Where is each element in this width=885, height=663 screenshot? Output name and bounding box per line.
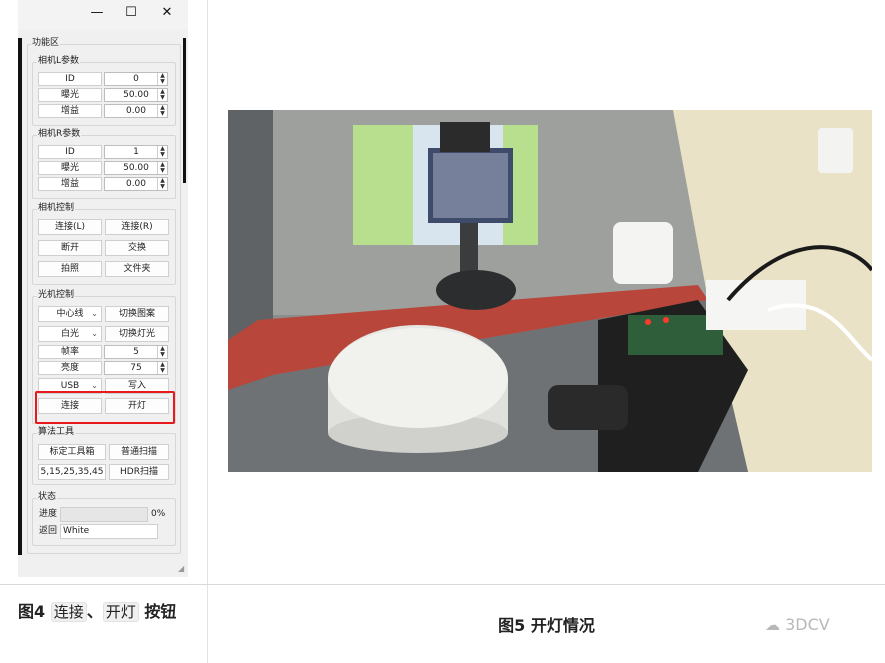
disconnect-button[interactable]: 断开 bbox=[38, 240, 102, 256]
pattern-select[interactable]: 中心线 ⌄ bbox=[38, 306, 102, 322]
swap-button[interactable]: 交换 bbox=[105, 240, 169, 256]
spin-arrows-icon[interactable]: ▲ ▼ bbox=[157, 346, 167, 358]
function-area-title: 功能区 bbox=[31, 38, 61, 49]
folder-button[interactable]: 文件夹 bbox=[105, 261, 169, 277]
return-value: White bbox=[63, 526, 90, 536]
camera-l-gain-spinbox[interactable]: 0.00 ▲ ▼ bbox=[104, 104, 168, 118]
scrollbar-right[interactable] bbox=[183, 38, 186, 183]
camera-l-id-value: 0 bbox=[133, 74, 139, 84]
calibration-toolbox-button[interactable]: 标定工具箱 bbox=[38, 444, 106, 460]
close-icon[interactable]: ✕ bbox=[158, 5, 176, 21]
camera-l-gain-value: 0.00 bbox=[125, 106, 147, 116]
camera-l-id-spinbox[interactable]: 0 ▲ ▼ bbox=[104, 72, 168, 86]
resize-grip-icon[interactable]: ◢ bbox=[178, 565, 186, 573]
projector-on-photo bbox=[228, 110, 872, 472]
projector-control-title: 光机控制 bbox=[37, 290, 76, 301]
switch-pattern-button[interactable]: 切换图案 bbox=[105, 306, 169, 322]
highlight-box bbox=[35, 391, 175, 424]
chevron-down-icon: ⌄ bbox=[91, 309, 98, 318]
camera-r-id-value: 1 bbox=[133, 147, 139, 157]
camera-l-exposure-spinbox[interactable]: 50.00 ▲ ▼ bbox=[104, 88, 168, 102]
framerate-label: 帧率 bbox=[38, 345, 102, 359]
spin-arrows-icon[interactable]: ▲ ▼ bbox=[157, 362, 167, 374]
camera-r-gain-spinbox[interactable]: 0.00 ▲ ▼ bbox=[104, 177, 168, 191]
spin-arrows-icon[interactable]: ▲ ▼ bbox=[157, 146, 167, 158]
exposure-list-field[interactable]: 5,15,25,35,45 bbox=[38, 464, 106, 480]
spin-arrows-icon[interactable]: ▲ ▼ bbox=[157, 162, 167, 174]
camera-l-exposure-label: 曝光 bbox=[38, 88, 102, 102]
light-select-value: 白光 bbox=[60, 329, 79, 339]
wechat-icon: ☁ bbox=[765, 616, 780, 634]
camera-l-exposure-value: 50.00 bbox=[123, 90, 149, 100]
progress-percent: 0% bbox=[151, 509, 166, 519]
pattern-select-value: 中心线 bbox=[56, 309, 84, 319]
brightness-spinbox[interactable]: 75 ▲ ▼ bbox=[104, 361, 168, 375]
progress-label: 进度 bbox=[39, 509, 58, 519]
algorithm-tools-title: 算法工具 bbox=[37, 427, 76, 438]
chevron-down-icon: ⌄ bbox=[91, 329, 98, 338]
framerate-value: 5 bbox=[133, 347, 139, 357]
figure4-suffix: 按钮 bbox=[138, 602, 177, 621]
camera-r-id-spinbox[interactable]: 1 ▲ ▼ bbox=[104, 145, 168, 159]
brightness-label: 亮度 bbox=[38, 361, 102, 375]
switch-light-button[interactable]: 切换灯光 bbox=[105, 326, 169, 342]
spin-arrows-icon[interactable]: ▲ ▼ bbox=[157, 73, 167, 85]
brightness-value: 75 bbox=[130, 363, 142, 373]
camera-control-title: 相机控制 bbox=[37, 203, 76, 214]
connect-r-button[interactable]: 连接(R) bbox=[105, 219, 169, 235]
hdr-scan-button[interactable]: HDR扫描 bbox=[109, 464, 169, 480]
connect-l-button[interactable]: 连接(L) bbox=[38, 219, 102, 235]
spin-arrows-icon[interactable]: ▲ ▼ bbox=[157, 89, 167, 101]
light-select[interactable]: 白光 ⌄ bbox=[38, 326, 102, 342]
figure4-chip-light-on: 开灯 bbox=[102, 602, 139, 622]
spin-arrows-icon[interactable]: ▲ ▼ bbox=[157, 105, 167, 117]
figure4-caption: 图4 连接、开灯 按钮 bbox=[18, 598, 198, 626]
camera-r-exposure-label: 曝光 bbox=[38, 161, 102, 175]
interface-select-value: USB bbox=[60, 381, 80, 391]
camera-r-gain-value: 0.00 bbox=[125, 179, 147, 189]
spin-arrows-icon[interactable]: ▲ ▼ bbox=[157, 178, 167, 190]
watermark: ☁ 3DCV bbox=[765, 615, 830, 634]
capture-button[interactable]: 拍照 bbox=[38, 261, 102, 277]
figure4-separator: 、 bbox=[86, 602, 103, 621]
camera-r-gain-label: 增益 bbox=[38, 177, 102, 191]
figure4-chip-connect: 连接 bbox=[50, 602, 87, 622]
row-divider bbox=[0, 584, 885, 585]
camera-l-gain-label: 增益 bbox=[38, 104, 102, 118]
figure4-prefix: 图4 bbox=[18, 602, 51, 621]
camera-l-title: 相机L参数 bbox=[37, 56, 81, 67]
camera-r-exposure-spinbox[interactable]: 50.00 ▲ ▼ bbox=[104, 161, 168, 175]
framerate-spinbox[interactable]: 5 ▲ ▼ bbox=[104, 345, 168, 359]
camera-r-exposure-value: 50.00 bbox=[123, 163, 149, 173]
minimize-icon[interactable]: — bbox=[88, 5, 106, 21]
camera-r-id-label: ID bbox=[38, 145, 102, 159]
scroll-edge-left bbox=[18, 38, 22, 555]
return-field[interactable]: White bbox=[60, 524, 158, 539]
title-bar: — ☐ ✕ bbox=[18, 0, 188, 30]
status-title: 状态 bbox=[37, 492, 58, 503]
column-divider bbox=[207, 0, 208, 663]
watermark-text: 3DCV bbox=[785, 615, 830, 634]
normal-scan-button[interactable]: 普通扫描 bbox=[109, 444, 169, 460]
return-label: 返回 bbox=[39, 526, 58, 536]
camera-l-id-label: ID bbox=[38, 72, 102, 86]
maximize-icon[interactable]: ☐ bbox=[122, 5, 140, 21]
camera-r-title: 相机R参数 bbox=[37, 129, 82, 140]
progress-bar bbox=[60, 507, 148, 522]
